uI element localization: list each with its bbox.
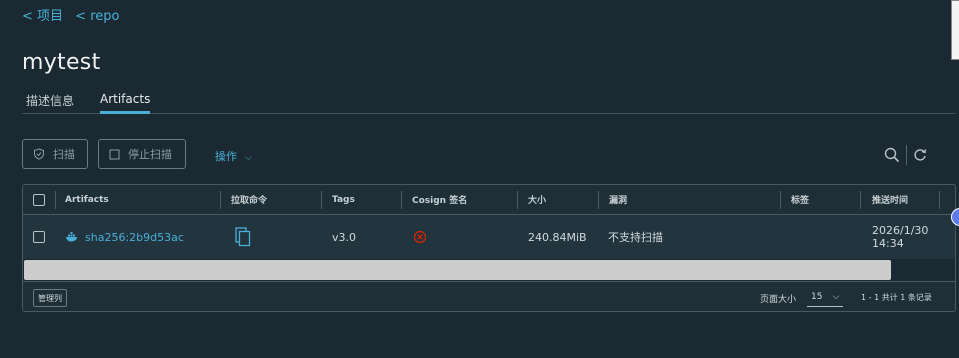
chevron-down-icon: ⌵ (245, 153, 252, 163)
header-pull-command[interactable]: 拉取命令 (231, 185, 267, 214)
table-row: sha256:2b9d53ac v3.0 240.84MiB 不支持扫描 202… (23, 215, 955, 259)
column-divider (598, 191, 599, 209)
header-vulnerabilities[interactable]: 漏洞 (609, 185, 627, 214)
actions-dropdown-label: 操作 (215, 150, 237, 163)
column-divider (220, 191, 221, 209)
stop-icon (109, 149, 120, 159)
toolbar-divider (906, 145, 907, 165)
artifacts-table: Artifacts 拉取命令 Tags Cosign 签名 大小 漏洞 标签 推… (22, 184, 956, 312)
table-header: Artifacts 拉取命令 Tags Cosign 签名 大小 漏洞 标签 推… (23, 185, 955, 215)
breadcrumb: < 项目 < repo (22, 5, 127, 24)
column-divider (321, 191, 322, 209)
artifact-digest-link[interactable]: sha256:2b9d53ac (85, 231, 184, 244)
row-checkbox[interactable] (33, 231, 45, 243)
page-size-label: 页面大小 (760, 295, 797, 305)
header-labels[interactable]: 标签 (791, 185, 809, 214)
scan-button[interactable]: 扫描 (22, 139, 88, 169)
tags-cell: v3.0 (332, 230, 357, 244)
scrollbar-thumb[interactable] (24, 260, 891, 280)
size-cell: 240.84MiB (528, 230, 587, 244)
horizontal-scrollbar[interactable] (23, 259, 955, 281)
scan-button-label: 扫描 (53, 148, 75, 161)
stop-scan-button-label: 停止扫描 (128, 148, 172, 161)
shield-icon (34, 148, 44, 160)
page-size-select[interactable]: 15 ⌵ (807, 287, 843, 307)
header-push-time[interactable]: 推送时间 (872, 185, 908, 214)
push-date-text: 2026/1/30 (872, 224, 929, 237)
header-tags[interactable]: Tags (332, 185, 355, 214)
page-title: mytest (22, 50, 101, 75)
column-divider (55, 191, 56, 209)
manage-columns-button[interactable]: 管理列 (33, 289, 67, 307)
select-all-checkbox[interactable] (33, 193, 45, 206)
cosign-cell (413, 215, 427, 259)
header-size[interactable]: 大小 (528, 185, 546, 214)
column-divider (939, 191, 940, 209)
push-time-cell: 2026/1/30 14:34 (872, 215, 928, 259)
side-popup (951, 0, 959, 60)
push-time-text: 14:34 (872, 237, 904, 250)
table-footer: 管理列 页面大小 15 ⌵ 1 - 1 共计 1 条记录 (23, 281, 955, 311)
actions-dropdown[interactable]: 操作 ⌵ (215, 148, 252, 164)
artifact-cell: sha256:2b9d53ac (65, 215, 184, 259)
pull-command-cell (235, 215, 251, 259)
chevron-down-icon: ⌵ (832, 291, 840, 302)
error-circle-icon (413, 230, 427, 244)
table-tools (884, 145, 927, 165)
search-icon[interactable] (884, 147, 900, 163)
stop-scan-button[interactable]: 停止扫描 (98, 139, 186, 169)
tab-description[interactable]: 描述信息 (26, 92, 74, 114)
vulnerability-cell: 不支持扫描 (608, 231, 663, 244)
breadcrumb-projects-link[interactable]: < 项目 (22, 9, 63, 24)
pagination-total: 1 - 1 共计 1 条记录 (861, 293, 932, 302)
column-divider (780, 191, 781, 209)
docker-icon (66, 232, 77, 242)
breadcrumb-repo-link[interactable]: < repo (75, 9, 119, 24)
column-divider (517, 191, 518, 209)
refresh-icon[interactable] (913, 148, 927, 162)
header-cosign[interactable]: Cosign 签名 (412, 185, 467, 214)
tab-bar: 描述信息 Artifacts (22, 90, 956, 114)
select-all-cell (33, 185, 45, 214)
tab-artifacts[interactable]: Artifacts (100, 92, 151, 114)
column-divider (401, 191, 402, 209)
header-artifacts[interactable]: Artifacts (65, 185, 109, 214)
page-size-value: 15 (811, 291, 823, 302)
column-divider (860, 191, 861, 209)
row-select-cell (33, 215, 45, 259)
copy-icon[interactable] (235, 227, 251, 247)
